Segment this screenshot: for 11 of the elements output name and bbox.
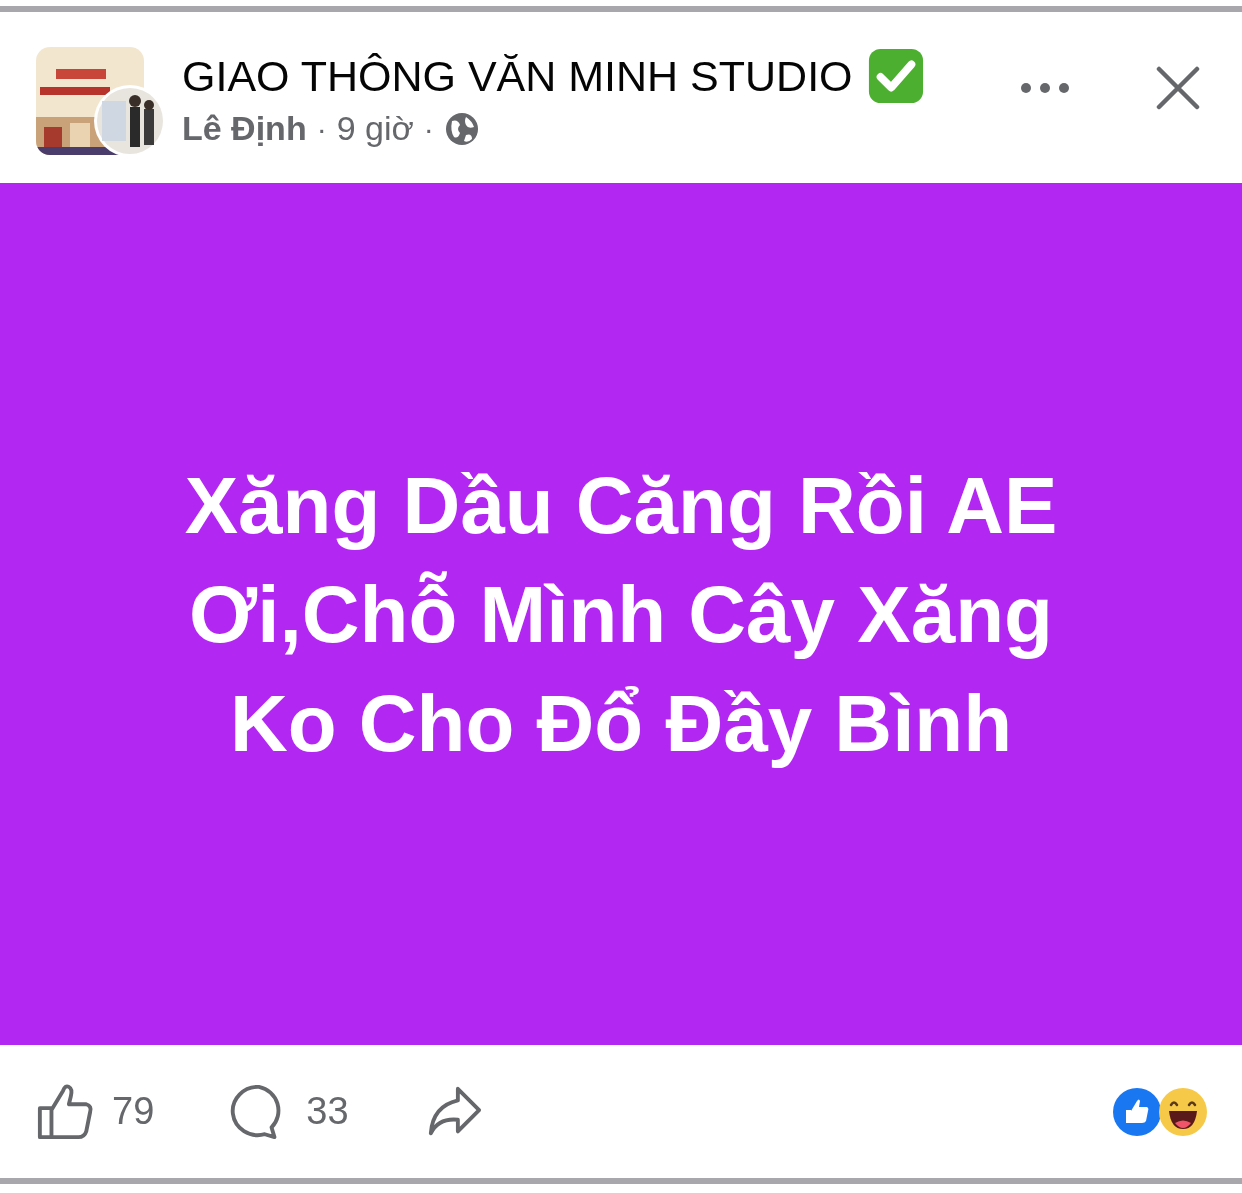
close-icon[interactable] xyxy=(1156,65,1200,110)
separator-dot: · xyxy=(316,111,327,146)
comment-count: 33 xyxy=(306,1090,349,1133)
more-options-icon[interactable] xyxy=(1020,81,1070,94)
post-time[interactable]: 9 giờ xyxy=(336,109,414,148)
separator-dot: · xyxy=(423,111,434,146)
like-icon[interactable] xyxy=(36,1082,94,1141)
like-count: 79 xyxy=(112,1090,155,1133)
author-name[interactable]: Lê Định xyxy=(182,109,307,148)
post-text: Xăng Dầu Căng Rồi AE Ơi,Chỗ Mình Cây Xăng Ko Cho Đổ Đầy Bình xyxy=(183,459,1059,770)
group-name[interactable]: GIAO THÔNG VĂN MINH STUDIO xyxy=(182,51,853,101)
